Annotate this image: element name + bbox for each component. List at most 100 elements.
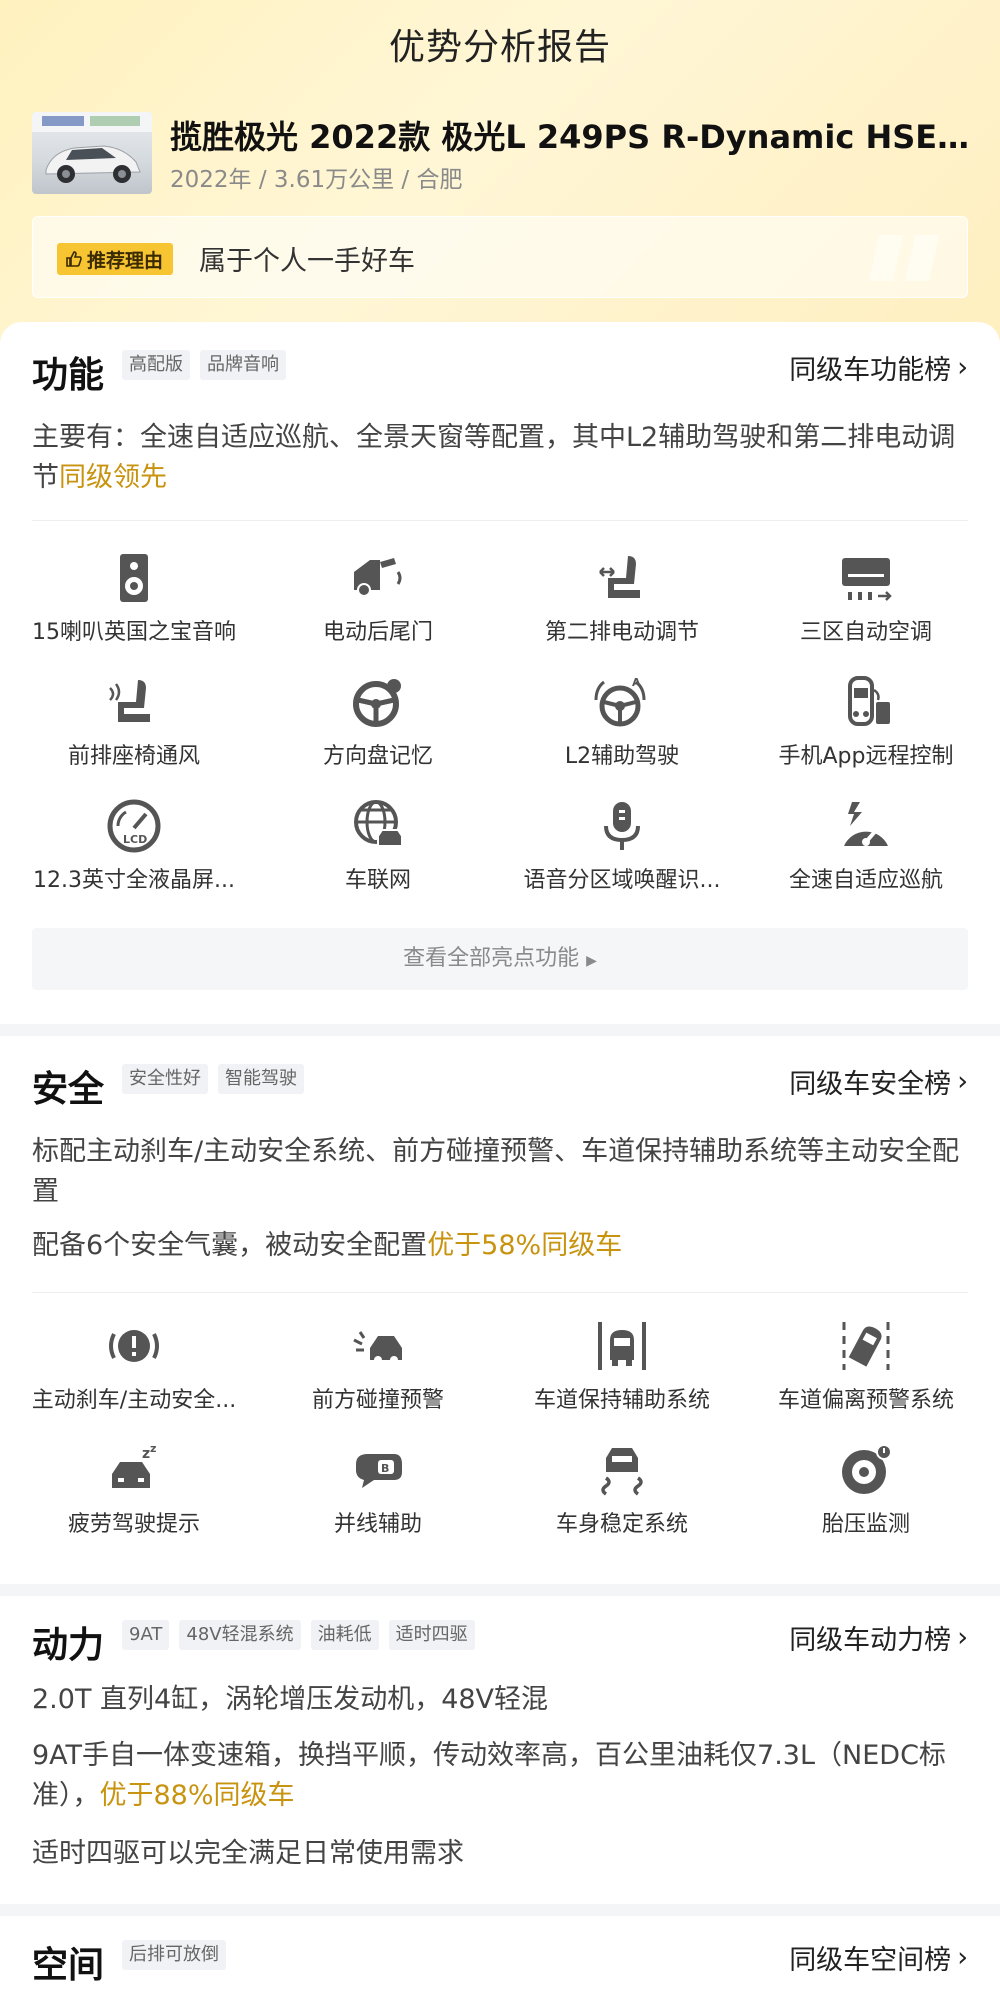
feature-item[interactable]: 车身稳定系统 [500,1442,744,1552]
feature-item[interactable]: 前排座椅通风 [12,674,256,784]
feature-label: 主动刹车/主动安全... [31,1388,237,1413]
function-rank-link[interactable]: 同级车功能榜 › [789,348,968,387]
function-section: 功能 高配版 品牌音响 同级车功能榜 › 主要有：全速自适应巡航、全景天窗等配置… [0,322,1000,1024]
feature-label: 方向盘记忆 [322,744,433,769]
power-section: 动力 9AT 48V轻混系统 油耗低 适时四驱 同级车动力榜 › 2.0T 直列… [0,1596,1000,1904]
function-desc-main: 主要有：全速自适应巡航、全景天窗等配置，其中L2辅助驾驶和第二排电动调节 [32,422,956,493]
chevron-right-icon: › [957,1066,968,1097]
feature-label: 疲劳驾驶提示 [67,1512,200,1537]
chevron-right-icon: › [957,1942,968,1973]
feature-item[interactable]: 胎压监测 [744,1442,988,1552]
feature-item[interactable]: 三区自动空调 [744,550,988,660]
feature-item[interactable]: 车道保持辅助系统 [500,1318,744,1428]
feature-label: 并线辅助 [333,1512,422,1537]
safety-tag: 智能驾驶 [218,1064,304,1094]
chevron-right-icon: › [957,352,968,383]
power-rank-link[interactable]: 同级车动力榜 › [789,1618,968,1657]
power-tag: 48V轻混系统 [179,1620,301,1650]
space-rank-label: 同级车空间榜 [789,1945,952,1976]
page-title: 优势分析报告 [388,27,611,68]
car-summary[interactable]: 揽胜极光 2022款 极光L 249PS R-Dynamic HSE ... 2… [32,108,972,198]
lcd-gauge-icon: LCD [107,799,161,853]
report-header: 优势分析报告 揽胜极光 2022款 极光L 249PS R-Dynamic HS… [0,0,1000,360]
phone-remote-icon [848,676,890,726]
function-rank-label: 同级车功能榜 [789,355,952,386]
section-gap [0,1024,1000,1036]
adaptive-cruise-icon [844,802,888,846]
blind-spot-icon: B [356,1454,402,1488]
feature-label: 全速自适应巡航 [788,868,943,893]
feature-item[interactable]: A L2辅助驾驶 [500,674,744,784]
feature-item[interactable]: 全速自适应巡航 [744,798,988,908]
steering-memory-icon [353,679,401,727]
recommend-badge: 推荐理由 [57,243,174,275]
feature-label: 15喇叭英国之宝音响 [32,620,236,645]
car-meta: 2022年 / 3.61万公里 / 合肥 [170,167,463,193]
space-rank-link[interactable]: 同级车空间榜 › [789,1938,968,1977]
connected-car-icon [354,800,403,847]
power-description-2: 9AT手自一体变速箱，换挡平顺，传动效率高，百公里油耗仅7.3L（NEDC标准）… [32,1736,972,1816]
car-name: 揽胜极光 2022款 极光L 249PS R-Dynamic HSE ... [170,118,970,156]
power-desc-highlight: 优于88%同级车 [99,1780,295,1811]
feature-item[interactable]: 15喇叭英国之宝音响 [12,550,256,660]
speaker-icon [120,554,148,602]
tire-pressure-icon [842,1444,892,1494]
power-header: 动力 9AT 48V轻混系统 油耗低 适时四驱 同级车动力榜 › [32,1616,968,1666]
power-tag: 适时四驱 [388,1620,475,1650]
stability-control-icon [601,1448,643,1496]
safety-desc-main: 配备6个安全气囊，被动安全配置 [32,1230,428,1261]
recommend-badge-label: 推荐理由 [87,249,164,272]
feature-label: 语音分区域唤醒识... [523,868,721,893]
thumbs-up-icon [66,251,82,267]
feature-label: 手机App远程控制 [778,744,954,769]
feature-label: 车道偏离预警系统 [777,1388,954,1413]
function-desc-highlight: 同级领先 [59,462,167,493]
feature-item[interactable]: 主动刹车/主动安全... [12,1318,256,1428]
feature-label: 第二排电动调节 [544,620,699,645]
power-tag: 9AT [122,1620,170,1650]
recommend-reason-box: 推荐理由 属于个人一手好车 [32,216,968,298]
feature-label: 三区自动空调 [799,620,932,645]
section-gap [0,1584,1000,1596]
function-title: 功能 [32,355,105,396]
active-brake-icon [109,1330,159,1362]
svg-text:z: z [142,1446,150,1462]
feature-item[interactable]: 方向盘记忆 [256,674,500,784]
power-tailgate-icon [354,558,402,597]
feature-item[interactable]: 电动后尾门 [256,550,500,660]
feature-label: L2辅助驾驶 [564,744,680,769]
feature-label: 胎压监测 [821,1512,910,1537]
feature-item[interactable]: 前方碰撞预警 [256,1318,500,1428]
divider [32,520,968,521]
function-header: 功能 高配版 品牌音响 同级车功能榜 › [32,346,968,396]
feature-item[interactable]: 第二排电动调节 [500,550,744,660]
svg-text:z: z [150,1442,156,1455]
safety-description-1: 标配主动刹车/主动安全系统、前方碰撞预警、车道保持辅助系统等主动安全配置 [32,1136,960,1207]
feature-label: 车联网 [344,868,411,893]
view-all-features-button[interactable]: 查看全部亮点功能 ▶ [32,928,968,990]
function-tag: 品牌音响 [200,350,286,380]
feature-item[interactable]: 手机App远程控制 [744,674,988,784]
collision-warning-icon [353,1331,402,1364]
assisted-driving-icon: A [594,676,646,727]
function-tags: 高配版 品牌音响 [122,350,286,380]
feature-label: 前方碰撞预警 [311,1388,444,1413]
feature-item[interactable]: 车联网 [256,798,500,908]
safety-rank-link[interactable]: 同级车安全榜 › [789,1062,968,1101]
lane-keep-icon [598,1322,646,1370]
feature-label: 电动后尾门 [322,620,433,645]
space-title: 空间 [32,1945,105,1986]
feature-item[interactable]: zz 疲劳驾驶提示 [12,1442,256,1552]
power-rank-label: 同级车动力榜 [789,1625,952,1656]
microphone-icon [604,802,640,850]
safety-description-2: 配备6个安全气囊，被动安全配置优于58%同级车 [32,1226,972,1266]
feature-item[interactable]: 车道偏离预警系统 [744,1318,988,1428]
power-tag: 油耗低 [310,1620,379,1650]
feature-label: 车道保持辅助系统 [533,1388,710,1413]
feature-item[interactable]: 语音分区域唤醒识... [500,798,744,908]
feature-item[interactable]: LCD 12.3英寸全液晶屏... [12,798,256,908]
svg-text:B: B [381,1462,389,1475]
feature-item[interactable]: B 并线辅助 [256,1442,500,1552]
safety-title: 安全 [32,1069,105,1110]
power-description-3: 适时四驱可以完全满足日常使用需求 [32,1838,464,1869]
